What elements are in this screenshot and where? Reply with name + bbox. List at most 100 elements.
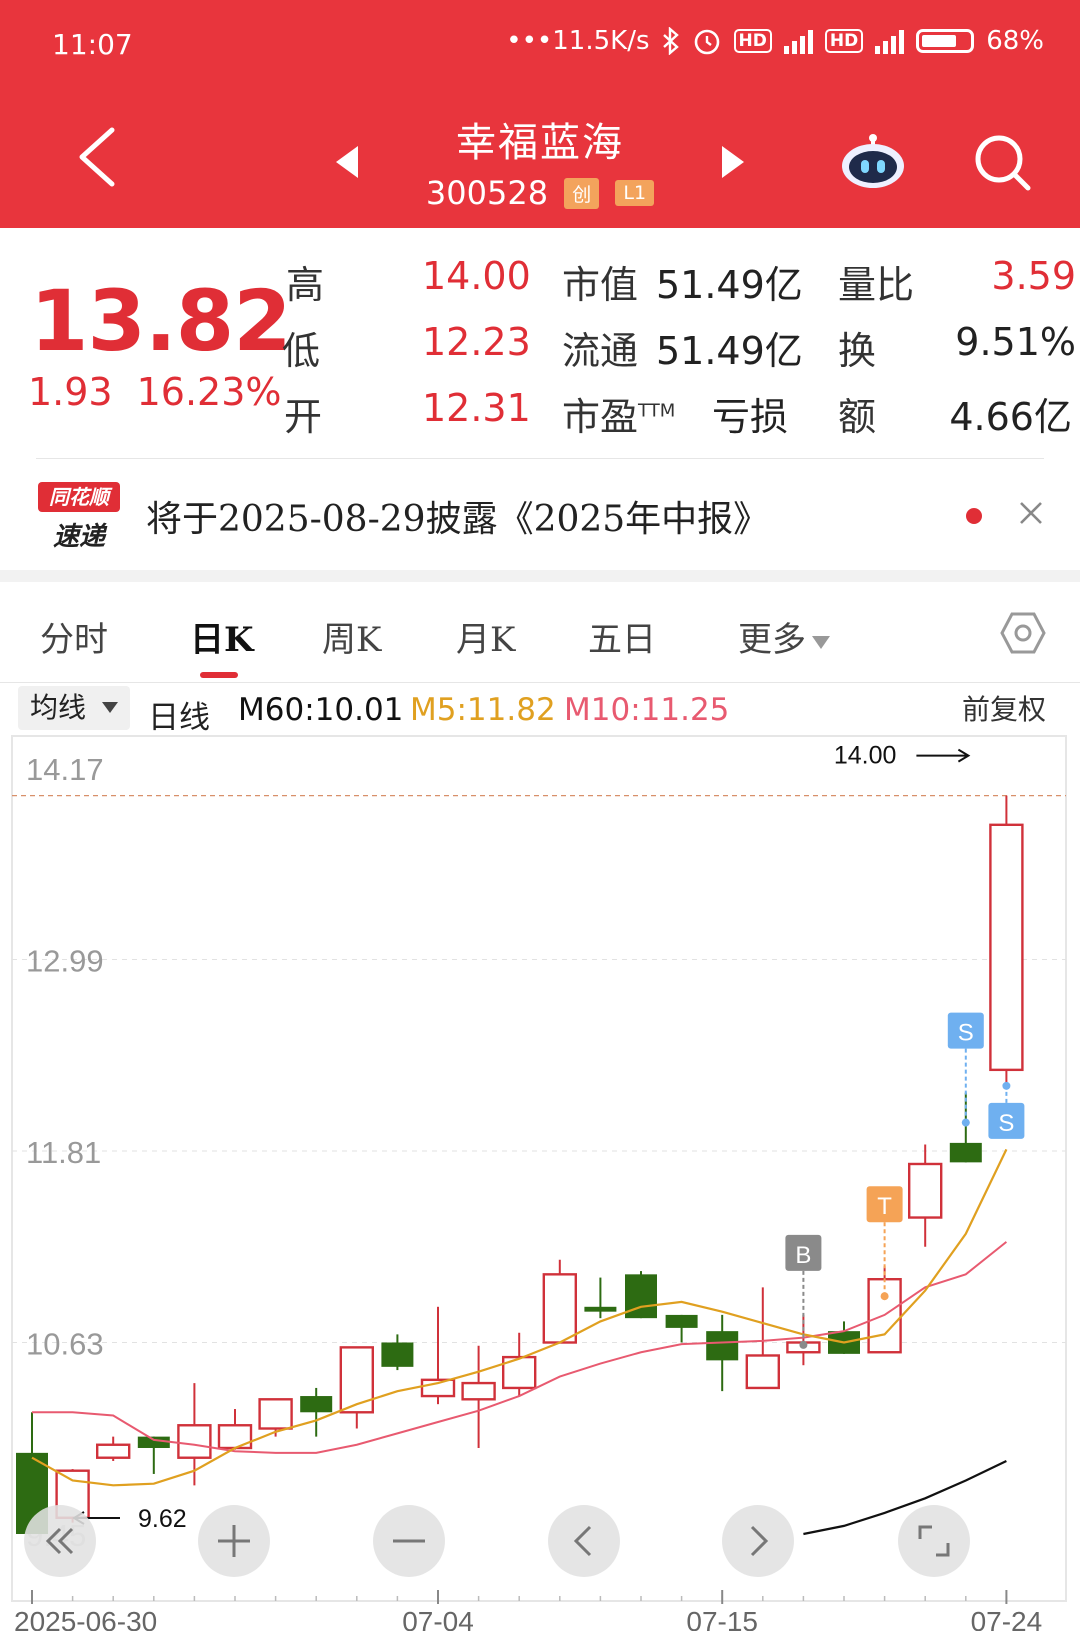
fullscreen-icon (918, 1525, 950, 1557)
stock-header: 幸福蓝海 300528 创 L1 (0, 92, 1080, 228)
turnover-label: 换 (838, 329, 877, 373)
chart-frame (11, 735, 1067, 1602)
adjust-mode-label[interactable]: 前复权 (962, 688, 1046, 728)
x-tick-label: 07-24 (971, 1606, 1043, 1631)
tab-daily-k[interactable]: 日K (190, 612, 254, 661)
open-label: 开 (284, 395, 323, 439)
low-label: 低 (282, 329, 321, 373)
logo-top: 同花顺 (38, 482, 120, 512)
hd-badge-2: HD (824, 29, 864, 53)
pe-ttm-sup: TTM (638, 400, 676, 422)
marker-dot (1002, 1081, 1011, 1090)
period-label: 日线 (148, 700, 210, 736)
y-tick-label: 14.17 (26, 752, 104, 787)
trade-marker-label: B (795, 1242, 811, 1269)
double-chevron-left-icon (45, 1527, 74, 1555)
scroll-left-button[interactable] (548, 1505, 620, 1577)
candle-body-down (949, 1142, 982, 1163)
chevron-down-icon (812, 635, 830, 649)
tab-monthly-k[interactable]: 月K (456, 612, 515, 661)
status-bar: 11:07 •••11.5K/s HD HD 68% (0, 0, 1080, 92)
turnover-value: 9.51% (955, 320, 1076, 364)
price-change: 1.93 16.23% (28, 370, 306, 414)
search-icon[interactable] (972, 132, 1034, 194)
chevron-left-icon (573, 1525, 592, 1557)
settings-icon[interactable] (1000, 610, 1046, 656)
close-icon[interactable] (1018, 500, 1044, 526)
mktcap-value: 51.49亿 (656, 263, 803, 307)
high-value: 14.00 (422, 254, 531, 298)
open-value: 12.31 (422, 386, 531, 430)
candle-body-up (177, 1424, 212, 1459)
candle-body-up (339, 1346, 374, 1414)
low-value: 12.23 (422, 320, 531, 364)
notice-bar[interactable]: 同花顺 速递 将于2025-08-29披露《2025年中报》 (0, 460, 1080, 570)
section-gap (0, 570, 1080, 582)
ma-select-button[interactable]: 均线 (18, 686, 130, 730)
pe-value: 亏损 (712, 395, 789, 439)
kline-chart[interactable]: 14.1712.9911.8110.639.45 BTSS14.009.62 2… (0, 734, 1080, 1631)
candle-body-up (989, 823, 1024, 1072)
battery-icon (916, 29, 975, 53)
battery-percent: 68% (986, 26, 1044, 56)
candle-body-down (706, 1331, 739, 1361)
next-stock-icon[interactable] (722, 146, 744, 178)
tab-five-day[interactable]: 五日 (588, 612, 656, 661)
candle-body-down (137, 1436, 170, 1448)
plus-icon (218, 1525, 250, 1557)
candle-body-down (381, 1342, 414, 1367)
status-time: 11:07 (52, 28, 133, 61)
candle-body-down (300, 1396, 333, 1413)
fullscreen-button[interactable] (898, 1505, 970, 1577)
scroll-right-button[interactable] (722, 1505, 794, 1577)
unread-dot-icon (966, 508, 982, 524)
stock-name: 幸福蓝海 (456, 120, 624, 166)
trade-marker-label: S (998, 1110, 1014, 1137)
y-tick-label: 12.99 (26, 944, 104, 979)
mktcap-label: 市值 (562, 263, 639, 307)
trade-marker-label: T (877, 1193, 892, 1220)
period-tabs: 分时 日K 周K 月K 五日 更多 (0, 582, 1080, 683)
scroll-to-start-button[interactable] (24, 1505, 96, 1577)
tab-more-label: 更多 (738, 620, 806, 660)
ma60-value: M60:10.01 (238, 692, 404, 728)
alarm-icon (694, 29, 719, 55)
volratio-value: 3.59 (991, 254, 1076, 298)
max-price-label: 14.00 (834, 742, 897, 770)
high-label: 高 (286, 263, 325, 307)
zoom-out-button[interactable] (373, 1505, 445, 1577)
y-tick-label: 10.63 (26, 1327, 104, 1362)
ths-express-logo: 同花顺 速递 (38, 482, 120, 554)
change-percent: 16.23% (136, 370, 282, 414)
stock-code: 300528 (425, 174, 549, 212)
y-tick-label: 11.81 (26, 1135, 101, 1170)
pe-label-text: 市盈 (562, 395, 639, 439)
min-price-label: 9.62 (138, 1505, 187, 1533)
robot-assistant-icon[interactable] (840, 132, 906, 190)
tab-intraday[interactable]: 分时 (40, 612, 108, 661)
amount-value: 4.66亿 (949, 395, 1072, 439)
minus-icon (393, 1539, 425, 1543)
x-tick-label: 2025-06-30 (14, 1606, 157, 1631)
signal-icon-2 (875, 28, 905, 54)
volratio-label: 量比 (838, 263, 915, 307)
ma5-value: M5:11.82 (410, 692, 556, 728)
zoom-in-button[interactable] (198, 1505, 270, 1577)
level-tag: L1 (615, 180, 655, 206)
active-tab-indicator (200, 672, 238, 678)
status-icons: •••11.5K/s HD HD 68% (506, 26, 1044, 56)
marker-dot (799, 1340, 808, 1349)
tab-weekly-k[interactable]: 周K (322, 612, 381, 661)
candle-body-down (665, 1314, 698, 1328)
bluetooth-icon (662, 27, 679, 55)
tab-more[interactable]: 更多 (738, 612, 830, 661)
change-amount: 1.93 (28, 370, 113, 414)
candle-body-up (95, 1443, 131, 1459)
quote-panel: 13.82 1.93 16.23% 高 低 开 14.00 12.23 12.31… (0, 228, 1080, 453)
ma-legend: 均线 日线 M60:10.01 M5:11.82 M10:11.25 前复权 (0, 684, 1080, 736)
board-tag: 创 (564, 177, 600, 209)
ma10-value: M10:11.25 (564, 692, 730, 728)
notice-text[interactable]: 将于2025-08-29披露《2025年中报》 (146, 490, 769, 542)
candle-body-up (542, 1273, 577, 1344)
last-price: 13.82 (30, 272, 292, 370)
